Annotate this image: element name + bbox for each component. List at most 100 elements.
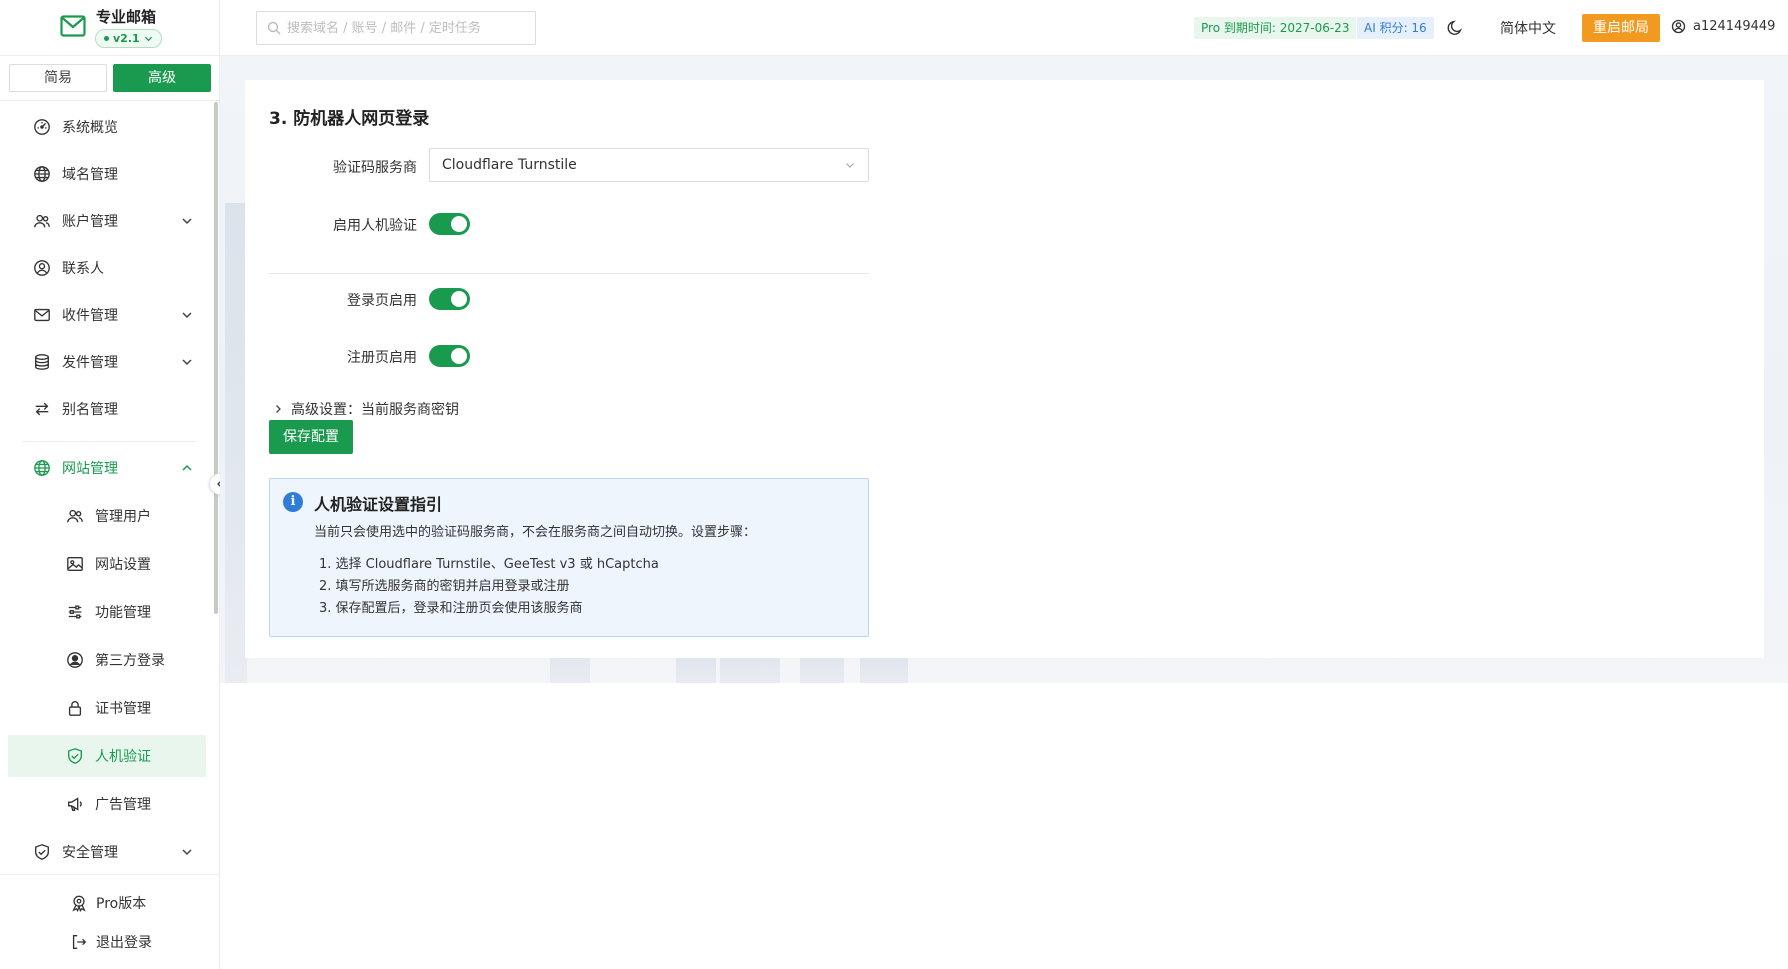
restart-mail-button[interactable]: 重启邮局 bbox=[1582, 14, 1660, 42]
sidebar-item-website[interactable]: 网站管理 bbox=[8, 447, 206, 489]
megaphone-icon bbox=[65, 794, 85, 814]
guide-description: 当前只会使用选中的验证码服务商，不会在服务商之间自动切换。设置步骤： bbox=[314, 525, 757, 540]
sidebar-item-label: 网站管理 bbox=[62, 461, 118, 477]
section-title: 3. 防机器人网页登录 bbox=[269, 109, 430, 129]
sidebar-item-overview[interactable]: 系统概览 bbox=[8, 106, 206, 148]
sidebar-item-oauth[interactable]: 第三方登录 bbox=[8, 639, 206, 681]
sidebar-item-label: 发件管理 bbox=[62, 355, 118, 371]
sidebar-item-features[interactable]: 功能管理 bbox=[8, 591, 206, 633]
register-page-label: 注册页启用 bbox=[347, 350, 417, 366]
sidebar-item-accounts[interactable]: 账户管理 bbox=[8, 200, 206, 242]
sidebar-item-captcha[interactable]: 人机验证 bbox=[8, 735, 206, 777]
globe-icon bbox=[32, 164, 52, 184]
rocket-icon bbox=[72, 895, 86, 912]
sidebar-item-label: 安全管理 bbox=[62, 845, 118, 861]
provider-label: 验证码服务商 bbox=[333, 160, 417, 176]
login-page-switch[interactable] bbox=[429, 288, 470, 310]
mode-tab-advanced[interactable]: 高级 bbox=[113, 64, 211, 92]
sidebar-item-site-settings[interactable]: 网站设置 bbox=[8, 543, 206, 585]
captcha-settings-card: 3. 防机器人网页登录 验证码服务商 Cloudflare Turnstile … bbox=[245, 80, 1764, 658]
swap-icon bbox=[32, 399, 52, 419]
sidebar-item-label: 别名管理 bbox=[62, 402, 118, 418]
users-icon bbox=[32, 211, 52, 231]
globe-icon bbox=[32, 458, 52, 478]
chevron-down-icon bbox=[182, 218, 192, 225]
sidebar-item-label: 证书管理 bbox=[95, 701, 151, 717]
pro-expiry-badge: Pro 到期时间: 2027-06-23 bbox=[1194, 17, 1357, 39]
version-badge[interactable]: v2.1 bbox=[95, 29, 162, 48]
guide-step: 1. 选择 Cloudflare Turnstile、GeeTest v3 或 … bbox=[319, 557, 659, 572]
shield-check-icon bbox=[65, 746, 85, 766]
dashboard-icon bbox=[32, 117, 52, 137]
info-icon: i bbox=[283, 492, 303, 512]
database-icon bbox=[32, 352, 52, 372]
sidebar-item-security[interactable]: 安全管理 bbox=[8, 831, 206, 873]
save-config-button[interactable]: 保存配置 bbox=[269, 420, 353, 454]
logout-link[interactable]: 退出登录 bbox=[70, 930, 152, 954]
sidebar-item-manage-users[interactable]: 管理用户 bbox=[8, 495, 206, 537]
chevron-down-icon bbox=[182, 312, 192, 319]
brand: 专业邮箱 v2.1 bbox=[0, 0, 220, 56]
sidebar-item-certs[interactable]: 证书管理 bbox=[8, 687, 206, 729]
provider-value: Cloudflare Turnstile bbox=[442, 157, 577, 173]
sidebar-item-label: 功能管理 bbox=[95, 605, 151, 621]
provider-select[interactable]: Cloudflare Turnstile bbox=[429, 148, 869, 182]
chevron-down-icon bbox=[182, 359, 192, 366]
sidebar-item-outbox[interactable]: 发件管理 bbox=[8, 341, 206, 383]
sidebar-item-label: 账户管理 bbox=[62, 214, 118, 230]
mail-icon bbox=[32, 305, 52, 325]
sidebar-item-label: 联系人 bbox=[62, 261, 104, 277]
ai-credits-badge: AI 积分: 16 bbox=[1357, 17, 1434, 39]
guide-title: 人机验证设置指引 bbox=[314, 495, 443, 514]
guide-alert: i 人机验证设置指引 当前只会使用选中的验证码服务商，不会在服务商之间自动切换。… bbox=[269, 478, 869, 637]
status-dot-icon bbox=[104, 36, 109, 41]
enable-captcha-switch[interactable] bbox=[429, 213, 470, 235]
user-circle-icon bbox=[32, 258, 52, 278]
sidebar-item-label: 广告管理 bbox=[95, 797, 151, 813]
chevron-down-icon bbox=[144, 36, 152, 42]
sidebar-item-label: 管理用户 bbox=[95, 509, 151, 525]
guide-step: 2. 填写所选服务商的密钥并启用登录或注册 bbox=[319, 579, 570, 594]
sidebar-item-inbox[interactable]: 收件管理 bbox=[8, 294, 206, 336]
sidebar: 专业邮箱 v2.1 简易 高级 系统概览 域名管理 账户管理 联系人 收件管理 … bbox=[0, 0, 220, 969]
user-circle-icon bbox=[1671, 19, 1686, 34]
version-label: v2.1 bbox=[113, 32, 140, 45]
pro-version-link[interactable]: Pro版本 bbox=[70, 891, 146, 915]
chevron-right-icon bbox=[276, 405, 281, 413]
user-menu[interactable]: a124149449 bbox=[1671, 19, 1775, 34]
mail-logo-icon bbox=[60, 15, 86, 37]
image-icon bbox=[65, 554, 85, 574]
sidebar-item-label: 系统概览 bbox=[62, 120, 118, 136]
mode-tab-simple[interactable]: 简易 bbox=[9, 64, 107, 92]
search-icon bbox=[267, 21, 281, 35]
moon-icon[interactable] bbox=[1446, 19, 1464, 37]
enable-captcha-label: 启用人机验证 bbox=[333, 218, 417, 234]
sidebar-item-alias[interactable]: 别名管理 bbox=[8, 388, 206, 430]
advanced-settings-toggle[interactable]: 高级设置：当前服务商密钥 bbox=[273, 399, 459, 419]
shield-check-icon bbox=[32, 842, 52, 862]
logout-label: 退出登录 bbox=[96, 935, 152, 951]
guide-step: 3. 保存配置后，登录和注册页会使用该服务商 bbox=[319, 601, 583, 616]
sidebar-item-ads[interactable]: 广告管理 bbox=[8, 783, 206, 825]
sidebar-item-contacts[interactable]: 联系人 bbox=[8, 247, 206, 289]
search-box[interactable] bbox=[256, 11, 536, 45]
register-page-switch[interactable] bbox=[429, 345, 470, 367]
brand-title: 专业邮箱 bbox=[96, 8, 157, 26]
sliders-icon bbox=[65, 602, 85, 622]
sidebar-item-label: 收件管理 bbox=[62, 308, 118, 324]
sidebar-bottom: Pro版本 退出登录 bbox=[0, 874, 220, 969]
search-input[interactable] bbox=[287, 20, 527, 36]
form-divider bbox=[269, 273, 869, 274]
chevron-up-icon bbox=[182, 464, 192, 471]
username: a124149449 bbox=[1693, 19, 1776, 34]
language-switch[interactable]: 简体中文 bbox=[1500, 18, 1556, 38]
top-header: Pro 到期时间: 2027-06-23 AI 积分: 16 简体中文 重启邮局… bbox=[220, 0, 1788, 56]
sidebar-item-label: 人机验证 bbox=[95, 749, 151, 765]
nav-divider bbox=[22, 441, 196, 442]
sidebar-item-label: 第三方登录 bbox=[95, 653, 165, 669]
sidebar-item-domains[interactable]: 域名管理 bbox=[8, 153, 206, 195]
sidebar-scrollbar[interactable] bbox=[214, 102, 218, 614]
pro-version-label: Pro版本 bbox=[96, 896, 147, 912]
background-building bbox=[225, 203, 247, 683]
sidebar-item-label: 域名管理 bbox=[62, 167, 118, 183]
